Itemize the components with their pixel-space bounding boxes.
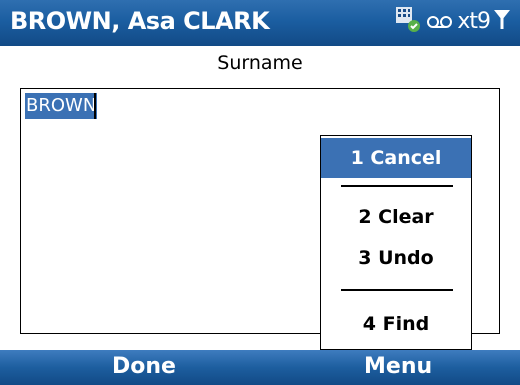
softkey-bar: Done Menu bbox=[0, 350, 520, 385]
title-bar: BROWN, Asa CLARK xt9 bbox=[0, 0, 520, 46]
surname-value: BROWN bbox=[25, 93, 98, 119]
menu-item-clear[interactable]: 2 Clear bbox=[321, 197, 471, 237]
surname-label: Surname bbox=[217, 52, 303, 74]
xt9-indicator: xt9 bbox=[457, 8, 491, 34]
done-softkey[interactable]: Done bbox=[112, 354, 176, 379]
data-icon bbox=[393, 5, 423, 38]
text-caret bbox=[94, 93, 96, 119]
popup-menu: 1 Cancel 2 Clear 3 Undo 4 Find bbox=[320, 135, 472, 350]
menu-item-find[interactable]: 4 Find bbox=[321, 304, 471, 344]
menu-item-cancel[interactable]: 1 Cancel bbox=[321, 138, 471, 178]
menu-separator bbox=[341, 185, 453, 187]
signal-icon bbox=[492, 7, 512, 36]
window-title: BROWN, Asa CLARK bbox=[10, 7, 270, 35]
voicemail-icon bbox=[425, 9, 455, 34]
status-icons: xt9 bbox=[393, 6, 512, 36]
menu-softkey[interactable]: Menu bbox=[364, 354, 432, 379]
menu-separator bbox=[341, 289, 453, 291]
menu-item-undo[interactable]: 3 Undo bbox=[321, 238, 471, 278]
